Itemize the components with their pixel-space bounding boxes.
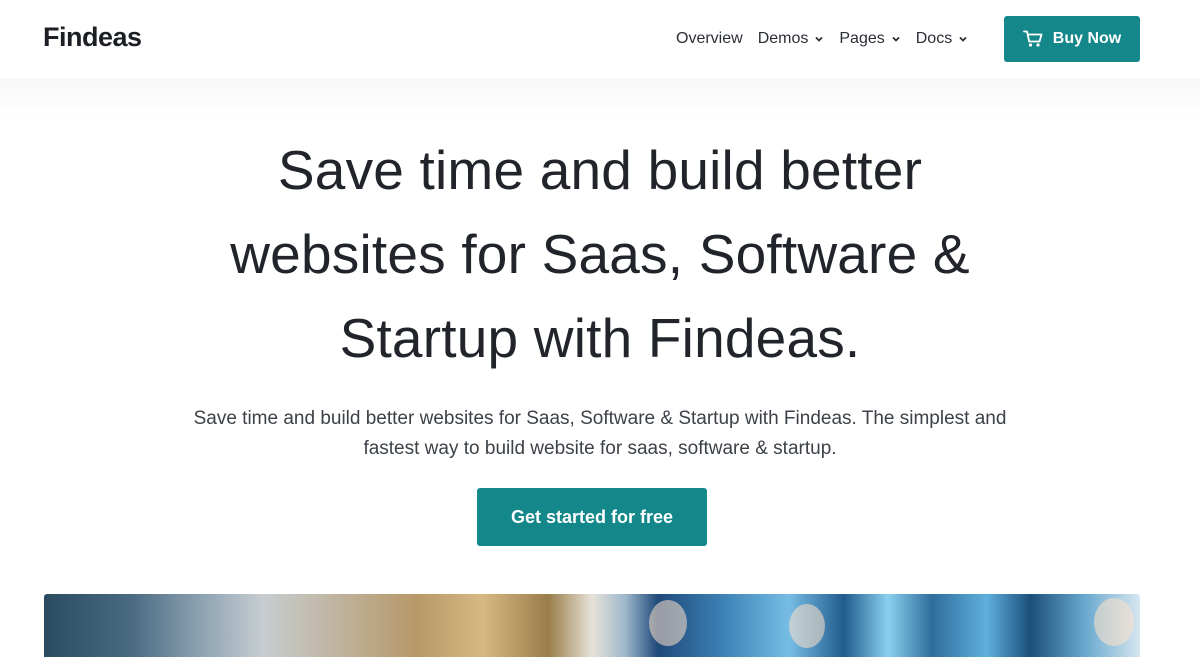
nav-overview[interactable]: Overview [676,30,743,48]
nav-docs[interactable]: Docs [916,30,968,48]
nav-docs-label: Docs [915,30,953,47]
nav-pages[interactable]: Pages [839,30,900,48]
cart-icon [1022,30,1043,47]
nav-overview-label: Overview [676,30,743,47]
buy-now-button[interactable]: Buy Now [1004,16,1140,62]
main-nav: Overview Demos Pages Docs [676,30,968,48]
hero-title-line: Save time and build better [277,139,923,201]
header-shadow-band [0,78,1200,118]
nav-pages-label: Pages [839,30,885,47]
logo[interactable]: Findeas [43,22,142,53]
hero-subtitle: Save time and build better websites for … [110,404,1090,464]
chevron-down-icon [815,36,824,42]
nav-demos-label: Demos [757,30,809,47]
hero-image [44,594,1140,657]
hero-subtitle-line: Save time and build better websites for … [193,408,1007,429]
site-header: Findeas Overview Demos Pages Docs Buy No… [0,0,1200,78]
chevron-down-icon [892,36,900,42]
get-started-button[interactable]: Get started for free [477,488,707,546]
buy-now-label: Buy Now [1052,30,1122,47]
hero-title: Save time and build better websites for … [150,128,1050,380]
hero-title-line: websites for Saas, Software & [230,223,970,285]
chevron-down-icon [959,36,967,42]
hero-title-line: Startup with Findeas. [339,307,861,369]
nav-demos[interactable]: Demos [758,30,825,48]
hero-subtitle-line: fastest way to build website for saas, s… [363,438,837,459]
